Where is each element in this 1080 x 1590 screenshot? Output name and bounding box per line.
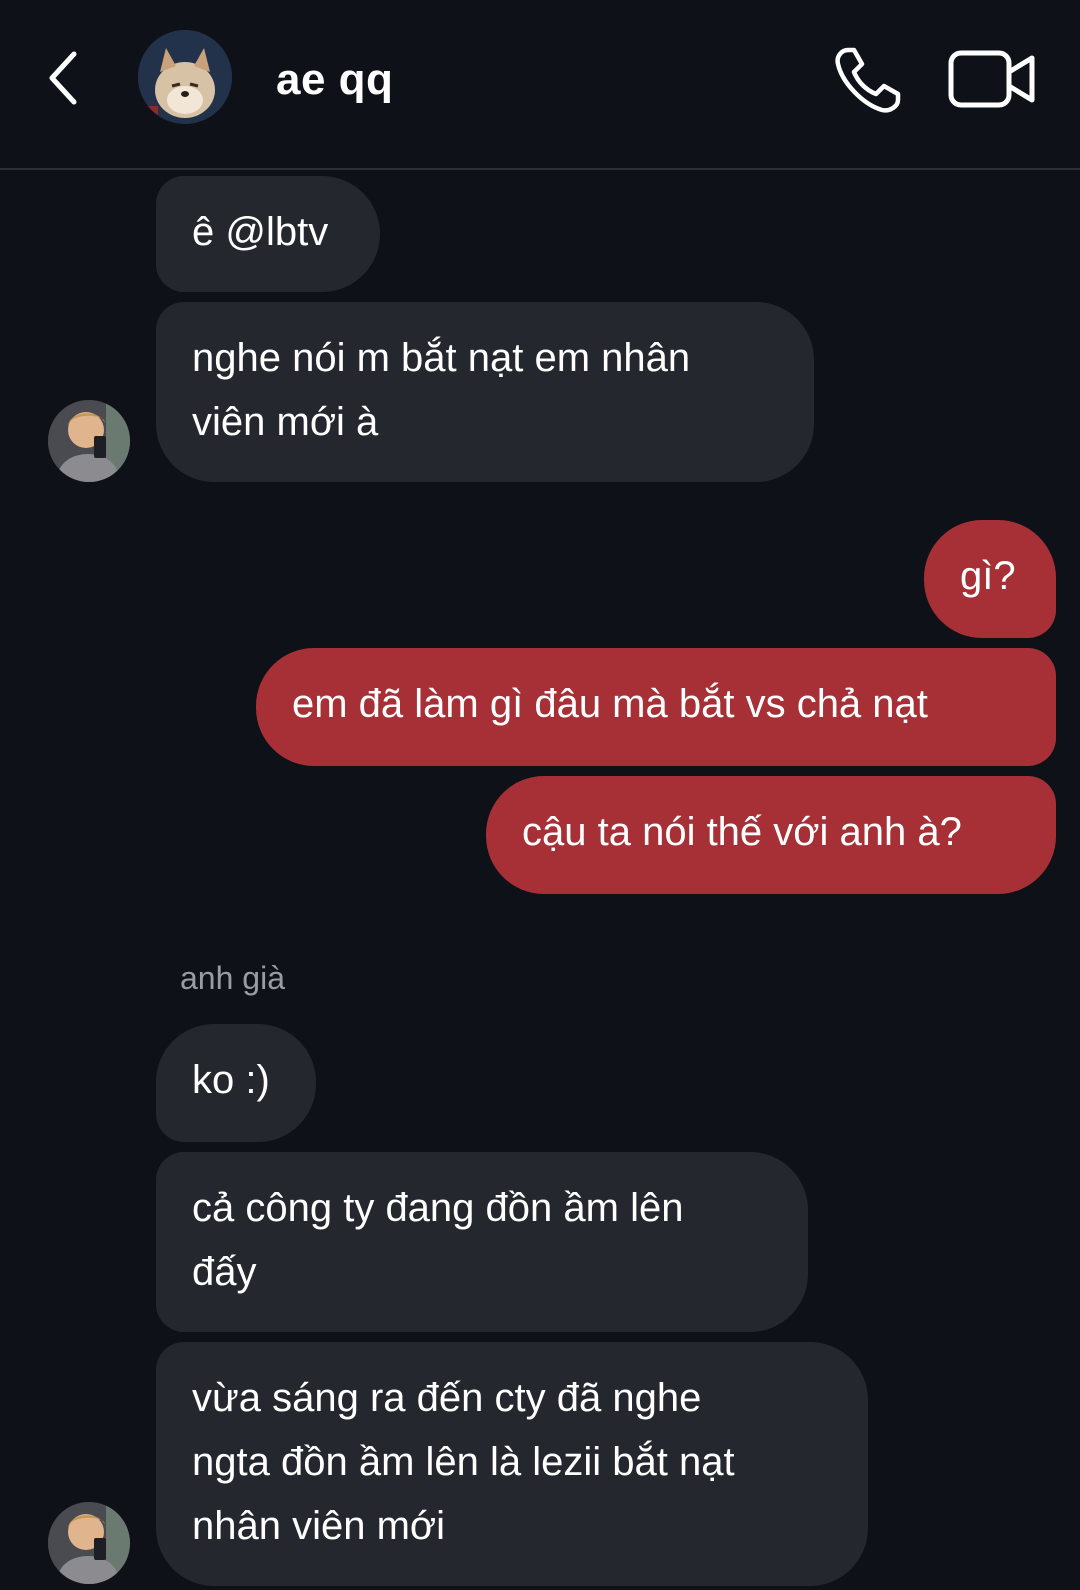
message-bubble-outgoing[interactable]: cậu ta nói thế với anh à?	[486, 776, 1056, 894]
message-bubble-incoming[interactable]: ê @lbtv	[156, 176, 380, 292]
message-bubble-outgoing[interactable]: gì?	[924, 520, 1056, 638]
message-text: ê @lbtv	[192, 210, 329, 254]
chat-header: ae qq	[0, 0, 1080, 170]
sender-name: anh già	[180, 960, 285, 996]
message-text-line: vừa sáng ra đến cty đã nghe	[192, 1376, 702, 1420]
person-avatar-image	[48, 1502, 130, 1584]
chevron-left-icon	[49, 51, 77, 105]
message-text: cậu ta nói thế với anh à?	[522, 810, 962, 854]
chat-title: ae qq	[276, 55, 394, 104]
person-avatar-image	[48, 400, 130, 482]
message-text-line: ngta đồn ầm lên là lezii bắt nạt	[192, 1440, 735, 1484]
group-avatar[interactable]	[138, 30, 232, 124]
video-camera-icon	[948, 50, 1035, 108]
message-text-line: đấy	[192, 1250, 257, 1294]
message-bubble-incoming[interactable]: nghe nói m bắt nạt em nhân viên mới à	[156, 302, 814, 482]
sender-avatar[interactable]	[48, 1502, 130, 1584]
message-text-line: viên mới à	[192, 400, 379, 444]
message-bubble-incoming[interactable]: cả công ty đang đồn ầm lên đấy	[156, 1152, 808, 1332]
message-text: ko :)	[192, 1058, 270, 1102]
back-button[interactable]	[40, 46, 88, 110]
phone-icon	[835, 47, 901, 113]
sender-avatar[interactable]	[48, 400, 130, 482]
voice-call-button[interactable]	[832, 44, 904, 116]
message-text: gì?	[960, 554, 1016, 598]
message-text: em đã làm gì đâu mà bắt vs chả nạt	[292, 682, 928, 726]
dog-avatar-image	[138, 30, 232, 124]
message-bubble-outgoing[interactable]: em đã làm gì đâu mà bắt vs chả nạt	[256, 648, 1056, 766]
message-text-line: cả công ty đang đồn ầm lên	[192, 1186, 684, 1230]
message-bubble-incoming[interactable]: vừa sáng ra đến cty đã nghe ngta đồn ầm …	[156, 1342, 868, 1586]
video-call-button[interactable]	[948, 48, 1036, 110]
message-text-line: nhân viên mới	[192, 1504, 446, 1548]
message-bubble-incoming[interactable]: ko :)	[156, 1024, 316, 1142]
message-text-line: nghe nói m bắt nạt em nhân	[192, 336, 691, 380]
